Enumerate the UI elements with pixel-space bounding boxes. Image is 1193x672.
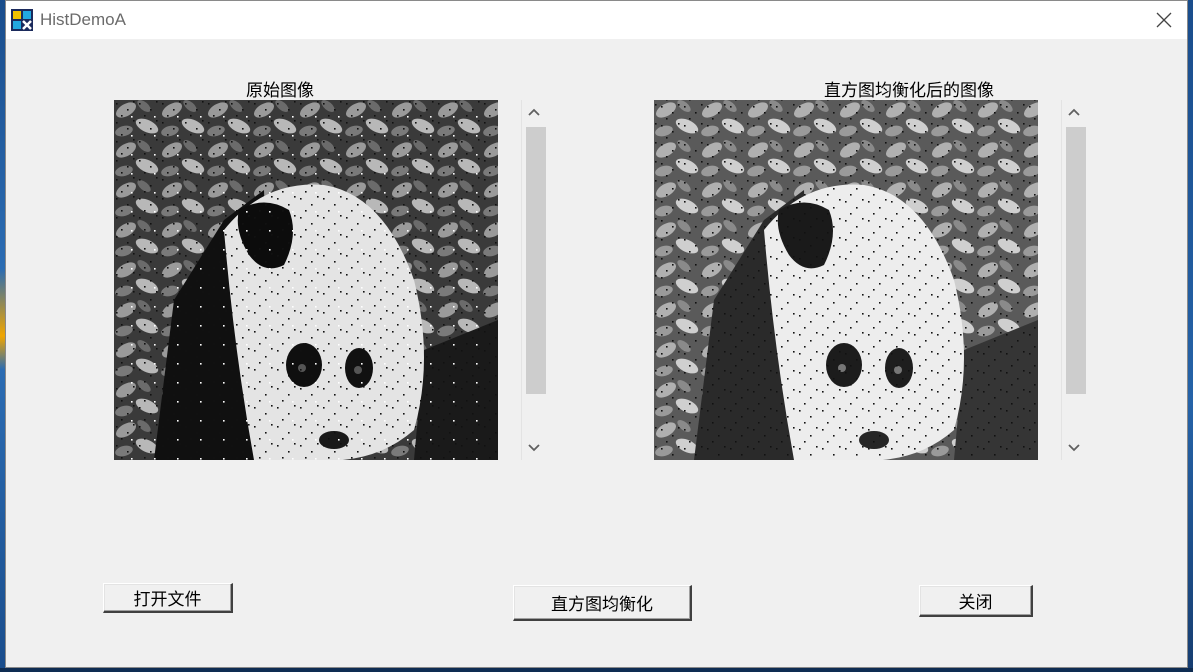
scroll-down-button[interactable] — [522, 438, 546, 458]
scroll-up-button[interactable] — [522, 102, 546, 122]
scroll-up-button[interactable] — [1062, 102, 1086, 122]
client-area: 原始图像 直方图均衡化后的图像 打开文件 直方图均衡化 关闭 — [6, 39, 1187, 667]
window-title: HistDemoA — [40, 10, 126, 29]
equalized-image-label: 直方图均衡化后的图像 — [824, 81, 994, 101]
title-bar[interactable]: HistDemoA — [6, 1, 1187, 39]
app-window: HistDemoA 原始图像 直方图均衡化后的图像 打开文件 直方图均衡化 关闭 — [5, 0, 1188, 668]
scroll-thumb[interactable] — [526, 127, 546, 394]
chevron-down-icon — [1068, 444, 1080, 452]
open-file-button[interactable]: 打开文件 — [103, 583, 233, 613]
scroll-thumb[interactable] — [1066, 127, 1086, 394]
chevron-up-icon — [528, 108, 540, 116]
right-scrollbar[interactable] — [1061, 100, 1086, 460]
original-image — [114, 100, 498, 460]
app-icon[interactable] — [10, 8, 34, 32]
equalized-image — [654, 100, 1038, 460]
original-image-label: 原始图像 — [246, 81, 314, 101]
window-close-button[interactable] — [1141, 1, 1187, 39]
scroll-down-button[interactable] — [1062, 438, 1086, 458]
chevron-up-icon — [1068, 108, 1080, 116]
chevron-down-icon — [528, 444, 540, 452]
close-button[interactable]: 关闭 — [919, 585, 1033, 617]
equalize-button[interactable]: 直方图均衡化 — [513, 585, 692, 621]
left-scrollbar[interactable] — [521, 100, 546, 460]
close-icon — [1156, 12, 1172, 28]
taskbar-edge — [0, 668, 1193, 672]
